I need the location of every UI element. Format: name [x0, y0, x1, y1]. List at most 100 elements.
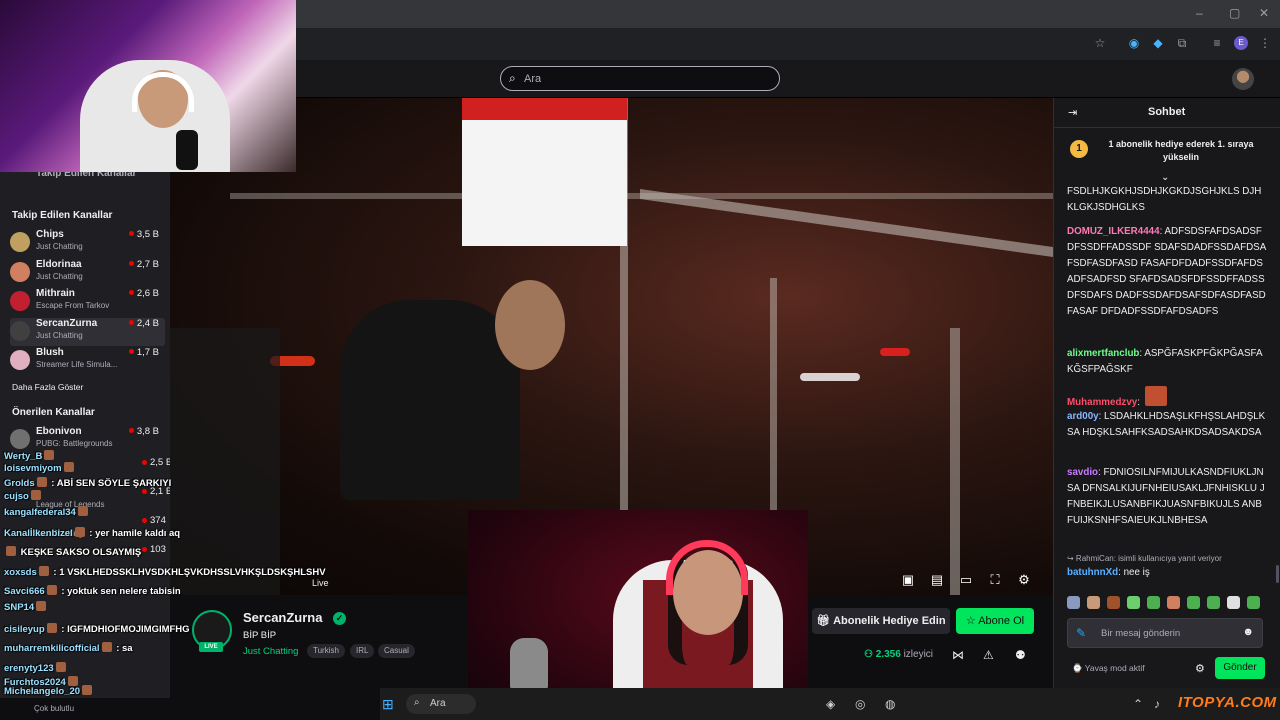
channel-game: Escape From Tarkov: [36, 301, 110, 310]
chat-username[interactable]: DOMUZ_ILKER4444: [1067, 226, 1160, 237]
report-icon[interactable]: ⚠: [983, 648, 994, 662]
overlay-chat-line: muharremkilicofficial : sa: [4, 642, 133, 654]
channel-avatar: [10, 232, 30, 252]
extensions-puzzle-icon[interactable]: ⧉: [1175, 36, 1189, 50]
sidebar-channel-eldorinaa[interactable]: Eldorinaa Just Chatting 2,7 B: [10, 259, 165, 287]
emote-icon[interactable]: [1127, 596, 1140, 609]
browser-tab-strip: [296, 0, 1280, 28]
streamer-head: [495, 280, 565, 370]
browser-menu-icon[interactable]: ⋮: [1258, 36, 1272, 50]
channel-name: Blush: [36, 347, 64, 358]
overlay-chat-line: Grolds : ABİ SEN SÖYLE ŞARKIYI: [4, 477, 172, 489]
chat-message: Muhammedzvy:: [1067, 386, 1267, 411]
clip-icon[interactable]: ▤: [929, 572, 945, 588]
channel-avatar: [10, 429, 30, 449]
microphone-icon[interactable]: ♪: [1154, 697, 1160, 711]
taskbar-search[interactable]: ⌕ Ara: [406, 694, 476, 714]
viewer-count: ⚇ 2.356 izleyici: [864, 649, 934, 660]
viewer-count: 3,5 B: [128, 229, 159, 240]
extension-icon[interactable]: ◆: [1151, 36, 1165, 50]
chat-message: savdio: FDNIOSILNFMIJULKASNDFIUKLJNSA DF…: [1067, 467, 1265, 526]
share-icon[interactable]: ⋈: [952, 648, 964, 662]
channel-name: Chips: [36, 229, 64, 240]
channel-name: Mithrain: [36, 288, 75, 299]
windows-start-icon[interactable]: ⊞: [382, 696, 394, 713]
chat-message: alixmertfanclub: ASPĞFASKPFĞKPĞASFAKĞSFP…: [1067, 348, 1263, 375]
search-placeholder: Ara: [524, 73, 542, 85]
send-button[interactable]: Gönder: [1215, 657, 1265, 679]
star-icon: ☆: [965, 615, 979, 627]
minimize-icon[interactable]: –: [1196, 6, 1203, 20]
gift-subscription-button[interactable]: 🎁︎ Abonelik Hediye Edin: [812, 608, 950, 634]
steam-icon[interactable]: ◈: [826, 697, 835, 711]
media-controls-icon[interactable]: ≡: [1210, 36, 1224, 50]
tag-casual[interactable]: Casual: [378, 644, 415, 658]
chat-username[interactable]: ard00y: [1067, 411, 1099, 422]
chat-scrollbar[interactable]: [1276, 565, 1279, 583]
channel-avatar: [10, 261, 30, 282]
overlay-chat-line: Werty_B: [4, 450, 56, 462]
gift-icon: 🎁︎: [816, 615, 834, 627]
sidebar-channel-chips[interactable]: Chips Just Chatting 3,5 B: [10, 229, 165, 257]
close-icon[interactable]: ✕: [1259, 6, 1269, 20]
bookmark-star-icon[interactable]: ☆: [1093, 36, 1107, 50]
slow-mode-indicator: ⌚ Yavaş mod aktif: [1072, 663, 1145, 673]
channel-avatar: [10, 320, 30, 341]
fullscreen-icon[interactable]: ⛶: [987, 572, 1003, 588]
overlay-chat-line: Michelangelo_20: [4, 685, 94, 697]
emote-icon[interactable]: [1227, 596, 1240, 609]
channel-name: Ebonivon: [36, 426, 82, 437]
tray-chevron-icon[interactable]: ⌃: [1133, 697, 1143, 711]
reply-hint: ↪ RahmiCan: isimli kullanıcıya yanıt ver…: [1067, 554, 1222, 563]
gift-leaderboard-banner[interactable]: 1 1 abonelik hediye ederek 1. sıraya yük…: [1068, 136, 1273, 176]
emote-icon[interactable]: [1167, 596, 1180, 609]
emote-icon[interactable]: [1247, 596, 1260, 609]
follow-user-icon[interactable]: ⚉: [1015, 648, 1026, 662]
trophy-icon: 1: [1070, 140, 1088, 158]
sidebar-channel-sercanzurna[interactable]: SercanZurna Just Chatting 2,4 B: [10, 317, 165, 346]
show-more-link[interactable]: Daha Fazla Göster: [12, 382, 83, 392]
miniplayer-icon[interactable]: ▣: [900, 572, 916, 588]
overlay-chat-line: cisileyup : IGFMDHIOFMOJIMGIMFHG: [4, 623, 190, 635]
emote-icon[interactable]: [1087, 596, 1100, 609]
emote-icon[interactable]: [1107, 596, 1120, 609]
emote-icon[interactable]: [1147, 596, 1160, 609]
sidebar-channel-mithrain[interactable]: Mithrain Escape From Tarkov 2,6 B: [10, 288, 165, 316]
settings-gear-icon[interactable]: ⚙: [1016, 572, 1032, 588]
recommended-channels-title: Önerilen Kanallar: [12, 407, 95, 418]
chat-message: ard00y: LSDAHKLHDSAŞLKFHŞSLAHDŞLKSA HDŞK…: [1067, 411, 1266, 438]
maximize-icon[interactable]: ▢: [1229, 6, 1240, 20]
channel-name: Eldorinaa: [36, 258, 82, 270]
app-icon[interactable]: ◎: [855, 697, 865, 711]
emote-icon[interactable]: [1067, 596, 1080, 609]
search-input[interactable]: ⌕ Ara: [500, 66, 780, 91]
user-avatar[interactable]: [1232, 68, 1254, 90]
overlay-chat-line: cujso: [4, 490, 43, 502]
chat-username[interactable]: batuhnnXd: [1067, 567, 1118, 578]
chat-username[interactable]: savdio: [1067, 467, 1098, 478]
chat-username[interactable]: Muhammedzvy: [1067, 397, 1137, 408]
channel-game: Streamer Life Simula...: [36, 360, 118, 369]
browser-address-bar[interactable]: [296, 28, 1116, 56]
sidebar-channel-blush[interactable]: Blush Streamer Life Simula... 1,7 B: [10, 347, 165, 375]
viewer-count: 1,7 B: [128, 347, 159, 358]
expand-icon[interactable]: ⌄: [1161, 172, 1169, 183]
theatre-mode-icon[interactable]: ▭: [958, 572, 974, 588]
chat-message-input[interactable]: ✎ Bir mesaj gönderin ☻: [1067, 618, 1263, 648]
profile-avatar-icon[interactable]: E: [1234, 36, 1248, 50]
channel-game: Just Chatting: [36, 242, 83, 251]
chat-settings-icon[interactable]: ⚙: [1195, 662, 1205, 675]
watermark-logo: ITOPYA.COM: [1178, 694, 1277, 711]
extension-icon[interactable]: ◉: [1127, 36, 1141, 50]
overlay-chat-line: loisevmiyom: [4, 462, 76, 474]
subscribe-button[interactable]: ☆ Abone Ol: [956, 608, 1034, 634]
chat-title: Sohbet: [1148, 106, 1186, 118]
collapse-chat-icon[interactable]: ⇥: [1068, 106, 1077, 119]
chat-username[interactable]: alixmertfanclub: [1067, 348, 1139, 359]
app-icon[interactable]: ◍: [885, 697, 895, 711]
emote-bar[interactable]: [1067, 596, 1267, 610]
emote-picker-icon[interactable]: ☻: [1242, 626, 1254, 638]
emote-icon[interactable]: [1187, 596, 1200, 609]
clock-icon: ⌚: [1072, 663, 1085, 673]
emote-icon[interactable]: [1207, 596, 1220, 609]
